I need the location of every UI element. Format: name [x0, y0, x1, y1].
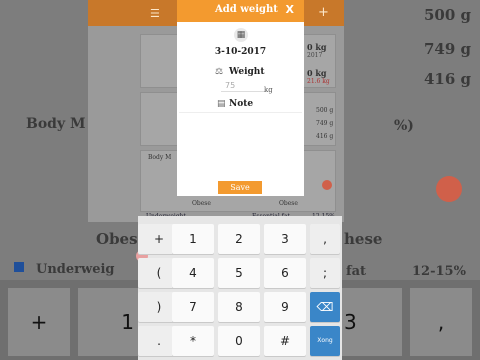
bg-right-value-3: 416 g: [424, 70, 472, 88]
key-9[interactable]: 9: [264, 292, 306, 322]
side-key-1: 1: [78, 288, 138, 356]
key-2[interactable]: 2: [218, 224, 260, 254]
bg-left-body-label: Body M: [26, 116, 86, 132]
bg-right-red-dot: [436, 176, 462, 202]
bg-right-fat-range: 12-15%: [412, 264, 466, 279]
key-comma[interactable]: ,: [310, 224, 340, 254]
key-semicolon[interactable]: ;: [310, 258, 340, 288]
key-4[interactable]: 4: [172, 258, 214, 288]
bg-mid-value-4: 21.6 kg: [307, 78, 330, 85]
add-icon: +: [318, 5, 329, 20]
close-button[interactable]: X: [286, 3, 294, 16]
done-key[interactable]: Xong: [310, 326, 340, 356]
bg-mid-value-6: 749 g: [316, 120, 334, 127]
side-key-plus: +: [8, 288, 70, 356]
bg-right-fat: fat: [346, 264, 367, 279]
save-button[interactable]: Save: [218, 181, 262, 194]
bg-obese-left: Obese: [192, 200, 211, 207]
key-1[interactable]: 1: [172, 224, 214, 254]
bg-right-percent: %): [394, 118, 414, 134]
key-8[interactable]: 8: [218, 292, 260, 322]
key-6[interactable]: 6: [264, 258, 306, 288]
bg-small-red-dot: [322, 180, 332, 190]
key-7[interactable]: 7: [172, 292, 214, 322]
note-field[interactable]: [179, 112, 302, 113]
bg-mid-value-5: 500 g: [316, 107, 334, 114]
side-key-3: 3: [342, 288, 402, 356]
key-asterisk[interactable]: *: [172, 326, 214, 356]
key-3[interactable]: 3: [264, 224, 306, 254]
backspace-key[interactable]: ⌫: [310, 292, 340, 322]
bg-bmi-label: Body M: [148, 154, 172, 161]
note-icon: ▤: [217, 99, 226, 109]
key-hash[interactable]: #: [264, 326, 306, 356]
note-label: Note: [229, 99, 254, 109]
bg-left-underweight-label: Underweig: [36, 262, 115, 277]
bg-mid-value-2: 2017: [307, 52, 323, 59]
bg-mid-value-7: 416 g: [316, 133, 334, 140]
scale-icon: ⚖: [215, 67, 224, 77]
key-5[interactable]: 5: [218, 258, 260, 288]
dialog-header: Add weight X: [177, 0, 304, 22]
key-0[interactable]: 0: [218, 326, 260, 356]
side-key-comma: ,: [410, 288, 472, 356]
bg-right-value-1: 500 g: [424, 6, 472, 24]
bg-right-value-2: 749 g: [424, 40, 472, 58]
weight-input[interactable]: [221, 80, 265, 92]
menu-icon: ☰: [150, 7, 160, 20]
bg-left-underweight: [14, 262, 24, 272]
bg-obese-right: Obese: [279, 200, 298, 207]
numeric-keyboard: + 1 2 3 , ( 4 5 6 ; ) 7 8 9 ⌫ . * 0 # Xo…: [136, 216, 342, 360]
bg-mid-value-3: 0 kg: [307, 68, 327, 78]
weight-unit: kg: [264, 86, 273, 94]
add-weight-dialog: Add weight X ▦ 3-10-2017 ⚖ Weight kg ▤ N…: [177, 0, 304, 196]
bg-mid-value-1: 0 kg: [307, 42, 327, 52]
dialog-title: Add weight: [215, 4, 278, 15]
bg-right-obese: hese: [344, 230, 383, 248]
weight-label: Weight: [229, 67, 265, 77]
date-value[interactable]: 3-10-2017: [177, 47, 304, 57]
calendar-icon[interactable]: ▦: [234, 28, 248, 42]
